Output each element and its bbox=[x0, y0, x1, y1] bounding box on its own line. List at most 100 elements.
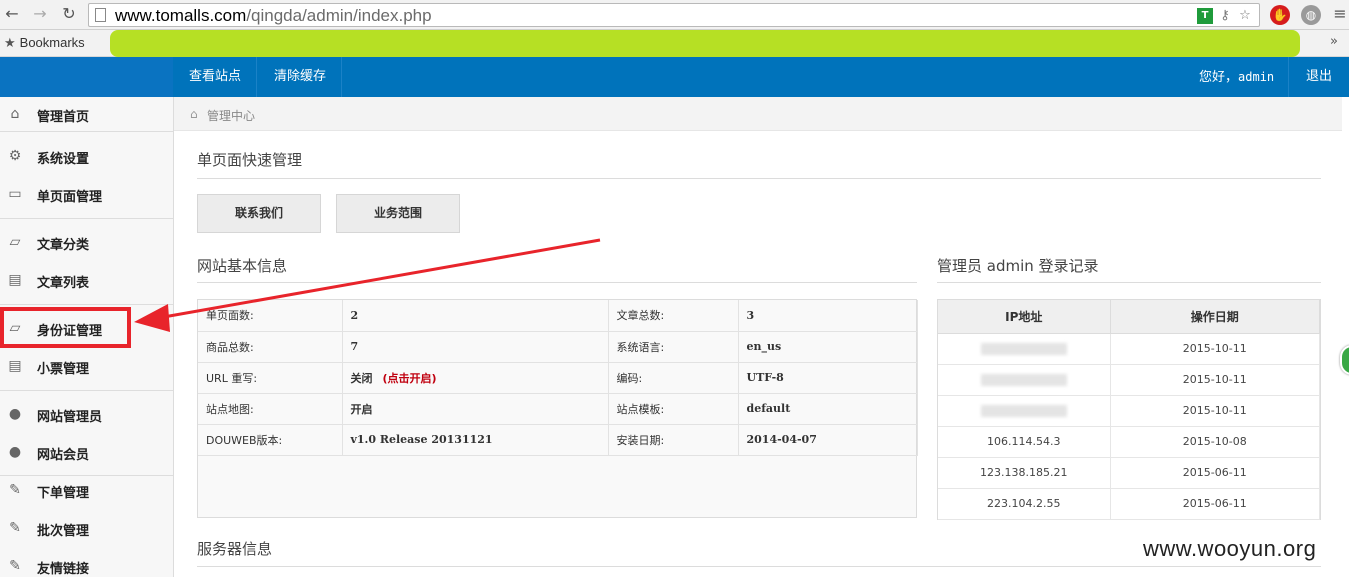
key-icon[interactable]: ⚷ bbox=[1217, 8, 1233, 24]
label-encoding: 编码: bbox=[608, 362, 739, 394]
url-text: www.tomalls.com/qingda/admin/index.php bbox=[115, 6, 432, 25]
main-content: ⌂ 管理中心 单页面快速管理 联系我们 业务范围 网站基本信息 管理员 admi… bbox=[174, 97, 1349, 577]
sidebar-item-admins[interactable]: ● 网站管理员 bbox=[0, 397, 173, 433]
watermark: www.wooyun.org bbox=[1143, 536, 1317, 561]
gear-icon: ⚙ bbox=[8, 148, 22, 164]
star-icon[interactable]: ☆ bbox=[1237, 8, 1253, 24]
section-divider bbox=[197, 178, 1321, 179]
table-row: 123.138.185.21 2015-06-11 bbox=[938, 457, 1320, 489]
label-url-rewrite: URL 重写: bbox=[198, 362, 343, 394]
sidebar-item-friend-links[interactable]: ✎ 友情链接 bbox=[0, 549, 173, 577]
table-row: 2015-10-11 bbox=[938, 333, 1320, 365]
back-icon[interactable]: ← bbox=[2, 4, 22, 24]
forward-icon[interactable]: → bbox=[30, 4, 50, 24]
business-scope-button[interactable]: 业务范围 bbox=[336, 194, 460, 233]
adblock-icon[interactable]: ✋ bbox=[1270, 5, 1290, 25]
logout-link[interactable]: 退出 bbox=[1288, 57, 1349, 97]
pencil-icon: ✎ bbox=[9, 520, 21, 536]
date-cell: 2015-06-11 bbox=[1110, 457, 1320, 489]
column-header-ip: IP地址 bbox=[938, 300, 1111, 334]
section-divider bbox=[197, 566, 1321, 567]
sidebar-divider bbox=[0, 304, 173, 305]
bookmark-star-icon: ★ bbox=[4, 35, 16, 50]
table-row: 站点地图: 开启 站点模板: default bbox=[198, 393, 918, 425]
clear-cache-link[interactable]: 清除缓存 bbox=[259, 57, 343, 97]
label-product-count: 商品总数: bbox=[198, 331, 343, 363]
folder-icon: ▱ bbox=[9, 234, 21, 250]
label-language: 系统语言: bbox=[608, 331, 739, 363]
label-version: DOUWEB版本: bbox=[198, 424, 343, 456]
sidebar-item-home[interactable]: ⌂ 管理首页 bbox=[0, 97, 173, 133]
table-row: 商品总数: 7 系统语言: en_us bbox=[198, 331, 918, 363]
user-icon: ● bbox=[8, 444, 22, 460]
list-icon: ▤ bbox=[8, 272, 22, 288]
server-info-title: 服务器信息 bbox=[197, 540, 273, 558]
breadcrumb: ⌂ 管理中心 bbox=[174, 97, 1342, 131]
logo-area bbox=[0, 57, 173, 97]
site-info-table: 单页面数: 2 文章总数: 3 商品总数: 7 系统语言: en_us URL … bbox=[197, 299, 918, 518]
login-log-table: IP地址 操作日期 2015-10-11 2015-10-11 2015-10-… bbox=[937, 299, 1321, 520]
sidebar-divider bbox=[0, 390, 173, 391]
page-icon bbox=[95, 8, 106, 22]
breadcrumb-home-icon[interactable]: ⌂ bbox=[190, 107, 198, 121]
table-row: 单页面数: 2 文章总数: 3 bbox=[198, 300, 918, 332]
value-encoding: UTF-8 bbox=[738, 362, 918, 394]
sidebar-item-single-page[interactable]: ▭ 单页面管理 bbox=[0, 177, 173, 213]
sidebar-item-article-list[interactable]: ▤ 文章列表 bbox=[0, 263, 173, 299]
date-cell: 2015-10-11 bbox=[1110, 364, 1320, 396]
globe-icon[interactable]: ◍ bbox=[1301, 5, 1321, 25]
table-row: URL 重写: 关闭 (点击开启) 编码: UTF-8 bbox=[198, 362, 918, 394]
more-bookmarks-icon[interactable]: » bbox=[1330, 34, 1338, 49]
ip-cell-redacted bbox=[938, 395, 1111, 427]
value-article-count: 3 bbox=[738, 300, 918, 332]
menu-icon[interactable]: ≡ bbox=[1330, 4, 1349, 24]
pencil-icon: ✎ bbox=[9, 482, 21, 498]
list-icon: ▤ bbox=[8, 358, 22, 374]
table-row: 2015-10-11 bbox=[938, 395, 1320, 427]
ip-cell-redacted bbox=[938, 333, 1111, 365]
reload-icon[interactable]: ↻ bbox=[59, 4, 79, 24]
bookmarks-button[interactable]: ★ Bookmarks bbox=[4, 35, 85, 51]
home-icon: ⌂ bbox=[10, 106, 20, 122]
sidebar-item-system-settings[interactable]: ⚙ 系统设置 bbox=[0, 139, 173, 175]
sidebar-item-members[interactable]: ● 网站会员 bbox=[0, 435, 173, 471]
section-divider bbox=[937, 282, 1321, 283]
browser-toolbar: ← → ↻ www.tomalls.com/qingda/admin/index… bbox=[0, 0, 1349, 30]
blurred-ip bbox=[980, 374, 1067, 386]
login-log-title: 管理员 admin 登录记录 bbox=[937, 257, 1099, 275]
column-header-date: 操作日期 bbox=[1110, 300, 1320, 334]
sidebar-item-article-category[interactable]: ▱ 文章分类 bbox=[0, 225, 173, 261]
admin-header: 查看站点 清除缓存 您好，admin 退出 bbox=[0, 57, 1349, 97]
value-url-rewrite: 关闭 (点击开启) bbox=[342, 362, 609, 394]
label-template: 站点模板: bbox=[608, 393, 739, 425]
extension-shield-icon[interactable]: T bbox=[1197, 8, 1213, 24]
value-language: en_us bbox=[738, 331, 918, 363]
view-site-link[interactable]: 查看站点 bbox=[174, 57, 258, 97]
contact-us-button[interactable]: 联系我们 bbox=[197, 194, 321, 233]
date-cell: 2015-10-11 bbox=[1110, 395, 1320, 427]
greeting: 您好，admin bbox=[1199, 70, 1275, 85]
date-cell: 2015-10-08 bbox=[1110, 426, 1320, 458]
sidebar-divider bbox=[0, 131, 173, 132]
username: admin bbox=[1238, 70, 1275, 84]
value-sitemap: 开启 bbox=[342, 393, 609, 425]
label-sitemap: 站点地图: bbox=[198, 393, 343, 425]
table-row: DOUWEB版本: v1.0 Release 20131121 安装日期: 20… bbox=[198, 424, 918, 456]
address-bar[interactable]: www.tomalls.com/qingda/admin/index.php T… bbox=[88, 3, 1260, 27]
date-cell: 2015-10-11 bbox=[1110, 333, 1320, 365]
pencil-icon: ✎ bbox=[9, 558, 21, 574]
ip-cell: 106.114.54.3 bbox=[938, 426, 1111, 458]
bookmarks-bar: ★ Bookmarks » bbox=[0, 30, 1349, 57]
table-row: 106.114.54.3 2015-10-08 bbox=[938, 426, 1320, 458]
enable-rewrite-link[interactable]: (点击开启) bbox=[383, 372, 437, 385]
ip-cell: 123.138.185.21 bbox=[938, 457, 1111, 489]
value-install-date: 2014-04-07 bbox=[738, 424, 918, 456]
section-divider bbox=[197, 282, 917, 283]
value-version: v1.0 Release 20131121 bbox=[342, 424, 609, 456]
redaction-highlight bbox=[110, 30, 1300, 57]
sidebar-item-receipts[interactable]: ▤ 小票管理 bbox=[0, 349, 173, 385]
value-template: default bbox=[738, 393, 918, 425]
table-row: 223.104.2.55 2015-06-11 bbox=[938, 488, 1320, 520]
sidebar-item-batches[interactable]: ✎ 批次管理 bbox=[0, 511, 173, 547]
sidebar-item-orders[interactable]: ✎ 下单管理 bbox=[0, 473, 173, 509]
